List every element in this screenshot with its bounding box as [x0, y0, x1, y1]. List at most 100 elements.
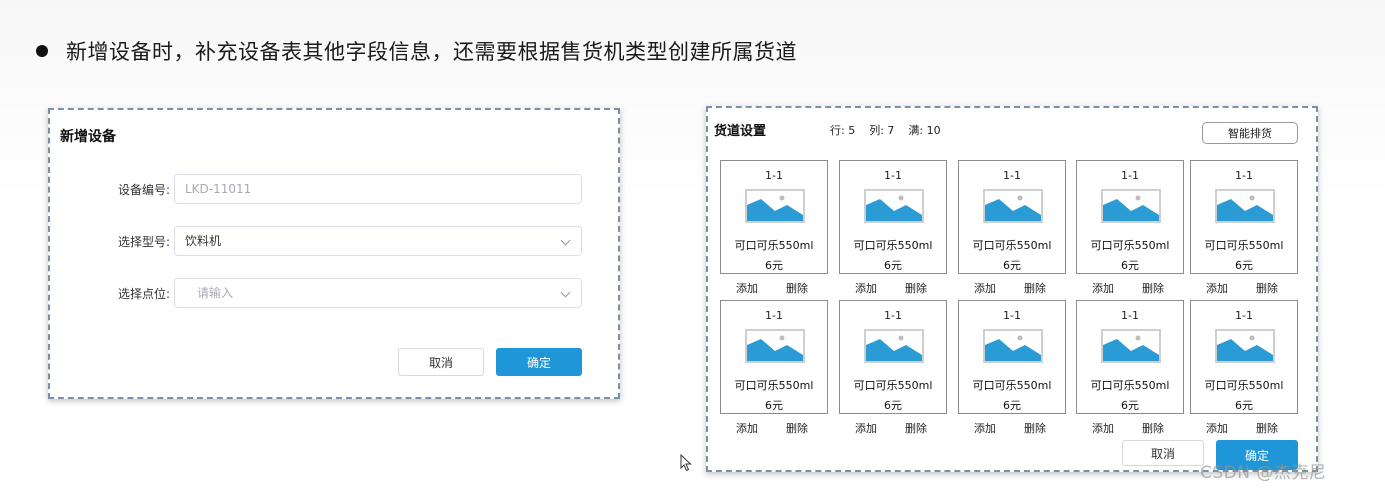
product-name: 可口可乐550ml [853, 379, 933, 392]
model-select[interactable]: 饮料机 [174, 226, 582, 256]
image-placeholder-icon [745, 329, 805, 363]
product-price: 6元 [1235, 259, 1253, 272]
confirm-button[interactable]: 确定 [496, 348, 582, 376]
product-price: 6元 [1121, 259, 1139, 272]
slot-actions: 添加 删除 [839, 420, 947, 436]
slot-card[interactable]: 1-1 可口可乐550ml 6元 [958, 300, 1066, 414]
delete-link[interactable]: 删除 [905, 420, 927, 436]
slot-code: 1-1 [884, 309, 902, 322]
slot-actions: 添加 删除 [720, 280, 828, 296]
product-price: 6元 [1121, 399, 1139, 412]
cols-count: 列: 7 [869, 124, 895, 137]
delete-link[interactable]: 删除 [1256, 420, 1278, 436]
headline: 新增设备时，补充设备表其他字段信息，还需要根据售货机类型创建所属货道 [36, 34, 797, 68]
slot-code: 1-1 [1235, 309, 1253, 322]
slot-actions: 添加 删除 [958, 280, 1066, 296]
dialog-title: 新增设备 [60, 129, 116, 145]
slot-actions: 添加 删除 [1190, 420, 1298, 436]
add-link[interactable]: 添加 [1092, 420, 1114, 436]
product-price: 6元 [1235, 399, 1253, 412]
slot-settings-dialog: 货道设置 行: 5 列: 7 满: 10 智能排货 1-1 可口可乐550ml 6元… [706, 106, 1318, 472]
delete-link[interactable]: 删除 [1142, 420, 1164, 436]
confirm-button-label: 确定 [526, 355, 551, 370]
delete-link[interactable]: 删除 [786, 280, 808, 296]
smart-arrange-button[interactable]: 智能排货 [1202, 122, 1298, 144]
model-value: 饮料机 [185, 234, 222, 248]
slot-card[interactable]: 1-1 可口可乐550ml 6元 [958, 160, 1066, 274]
add-device-dialog: 新增设备 设备编号: LKD-11011 选择型号: 饮料机 选择点位: 请输入… [48, 108, 620, 399]
slot-meta: 行: 5 列: 7 满: 10 [830, 122, 941, 138]
slot-card[interactable]: 1-1 可口可乐550ml 6元 [1190, 160, 1298, 274]
smart-arrange-label: 智能排货 [1228, 127, 1272, 140]
add-link[interactable]: 添加 [736, 280, 758, 296]
image-placeholder-icon [1101, 189, 1161, 223]
cancel-button[interactable]: 取消 [1122, 440, 1204, 466]
slot-code: 1-1 [1121, 309, 1139, 322]
add-link[interactable]: 添加 [974, 280, 996, 296]
slot-card[interactable]: 1-1 可口可乐550ml 6元 [720, 160, 828, 274]
slot-card[interactable]: 1-1 可口可乐550ml 6元 [839, 300, 947, 414]
location-select[interactable]: 请输入 [174, 278, 582, 308]
image-placeholder-icon [983, 329, 1043, 363]
image-placeholder-icon [864, 189, 924, 223]
add-link[interactable]: 添加 [1092, 280, 1114, 296]
add-link[interactable]: 添加 [855, 420, 877, 436]
add-link[interactable]: 添加 [855, 280, 877, 296]
headline-text: 新增设备时，补充设备表其他字段信息，还需要根据售货机类型创建所属货道 [66, 40, 797, 64]
delete-link[interactable]: 删除 [1024, 280, 1046, 296]
product-price: 6元 [765, 399, 783, 412]
product-price: 6元 [765, 259, 783, 272]
image-placeholder-icon [983, 189, 1043, 223]
image-placeholder-icon [1215, 189, 1275, 223]
add-link[interactable]: 添加 [1206, 420, 1228, 436]
rows-count: 行: 5 [830, 124, 856, 137]
slot-card[interactable]: 1-1 可口可乐550ml 6元 [1076, 160, 1184, 274]
image-placeholder-icon [745, 189, 805, 223]
device-code-input[interactable]: LKD-11011 [174, 174, 582, 204]
slot-code: 1-1 [1235, 169, 1253, 182]
slot-actions: 添加 删除 [1076, 420, 1184, 436]
product-name: 可口可乐550ml [1204, 379, 1284, 392]
add-link[interactable]: 添加 [974, 420, 996, 436]
delete-link[interactable]: 删除 [1256, 280, 1278, 296]
slot-card[interactable]: 1-1 可口可乐550ml 6元 [720, 300, 828, 414]
product-name: 可口可乐550ml [734, 379, 814, 392]
slot-card[interactable]: 1-1 可口可乐550ml 6元 [1076, 300, 1184, 414]
product-name: 可口可乐550ml [1090, 379, 1170, 392]
delete-link[interactable]: 删除 [1024, 420, 1046, 436]
slot-card[interactable]: 1-1 可口可乐550ml 6元 [839, 160, 947, 274]
dialog-title: 货道设置 [714, 124, 767, 139]
slot-actions: 添加 删除 [958, 420, 1066, 436]
cancel-button-label: 取消 [428, 355, 453, 370]
cancel-button[interactable]: 取消 [398, 348, 484, 376]
delete-link[interactable]: 删除 [1142, 280, 1164, 296]
add-link[interactable]: 添加 [736, 420, 758, 436]
product-price: 6元 [884, 399, 902, 412]
slot-actions: 添加 删除 [1190, 280, 1298, 296]
watermark: CSDN @杰克尼 [1200, 463, 1327, 483]
chevron-down-icon [560, 287, 571, 298]
slot-card[interactable]: 1-1 可口可乐550ml 6元 [1190, 300, 1298, 414]
add-link[interactable]: 添加 [1206, 280, 1228, 296]
form-row-model: 选择型号: 饮料机 [50, 226, 618, 256]
image-placeholder-icon [1101, 329, 1161, 363]
slot-code: 1-1 [765, 169, 783, 182]
delete-link[interactable]: 删除 [786, 420, 808, 436]
bullet-icon [36, 45, 48, 57]
device-code-label: 设备编号: [117, 183, 170, 197]
slot-actions: 添加 删除 [720, 420, 828, 436]
product-price: 6元 [1003, 399, 1021, 412]
image-placeholder-icon [864, 329, 924, 363]
slot-code: 1-1 [1003, 309, 1021, 322]
model-label: 选择型号: [117, 235, 170, 249]
slot-code: 1-1 [1003, 169, 1021, 182]
product-price: 6元 [1003, 259, 1021, 272]
product-name: 可口可乐550ml [972, 379, 1052, 392]
chevron-down-icon [560, 235, 571, 246]
form-row-device-code: 设备编号: LKD-11011 [50, 174, 618, 204]
mouse-cursor-icon [680, 454, 692, 472]
delete-link[interactable]: 删除 [905, 280, 927, 296]
slot-code: 1-1 [1121, 169, 1139, 182]
slot-actions: 添加 删除 [839, 280, 947, 296]
form-row-location: 选择点位: 请输入 [50, 278, 618, 308]
